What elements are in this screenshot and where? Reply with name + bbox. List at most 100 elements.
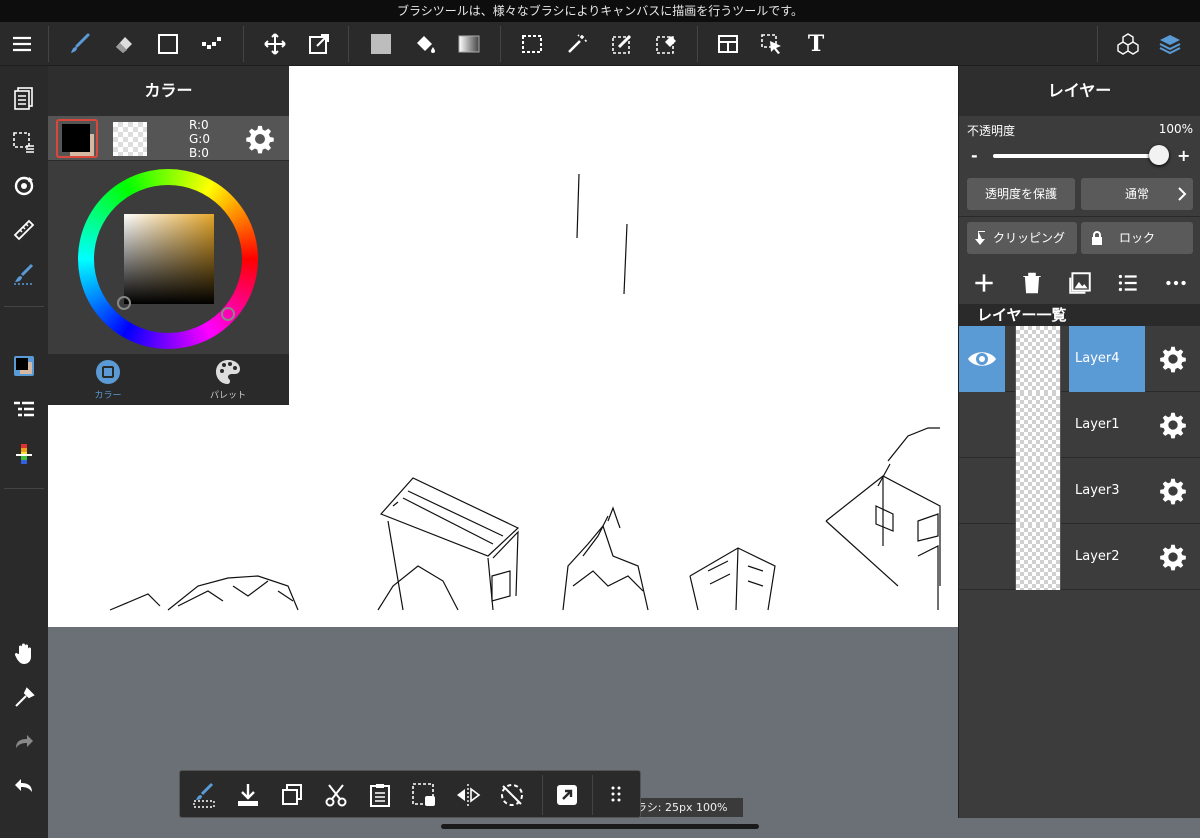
layer-name: Layer3 <box>1075 483 1120 498</box>
blend-mode-button[interactable]: 通常 <box>1081 178 1193 210</box>
pointer-icon[interactable] <box>756 28 788 60</box>
rgb-readout: R:0 G:0 B:0 <box>189 118 210 160</box>
ruler-icon[interactable] <box>8 214 40 246</box>
color-swatch-icon[interactable] <box>8 350 40 382</box>
text-icon[interactable]: T <box>800 28 832 60</box>
copy-icon[interactable] <box>278 781 306 809</box>
download-icon[interactable] <box>234 781 262 809</box>
visibility-toggle[interactable] <box>959 524 1005 590</box>
tab-palette[interactable]: パレット <box>168 358 288 401</box>
deselect-brush-icon[interactable] <box>190 781 218 809</box>
select-pen-icon[interactable] <box>606 28 638 60</box>
dot-icon[interactable] <box>196 28 228 60</box>
opacity-plus-button[interactable]: + <box>1177 146 1190 165</box>
add-layer-icon[interactable] <box>971 270 997 296</box>
hue-picker-knob[interactable] <box>221 307 235 321</box>
magic-wand-icon[interactable] <box>561 28 593 60</box>
hand-icon[interactable] <box>8 638 40 670</box>
brush-status: ラシ: 25px 100% <box>630 798 743 817</box>
rgb-r: R:0 <box>189 118 209 132</box>
layer-row[interactable]: Layer3 <box>959 458 1200 524</box>
lock-label: ロック <box>1118 231 1155 245</box>
delete-layer-icon[interactable] <box>1019 270 1045 296</box>
visibility-eye-icon[interactable] <box>959 326 1005 392</box>
snap-brush-icon[interactable] <box>8 258 40 290</box>
opacity-label: 不透明度 <box>967 124 1016 138</box>
bucket-icon[interactable] <box>409 28 441 60</box>
quick-action-bar <box>179 770 641 818</box>
eraser-icon[interactable] <box>108 28 140 60</box>
cut-icon[interactable] <box>322 781 350 809</box>
move-icon[interactable] <box>259 28 291 60</box>
visibility-toggle[interactable] <box>959 392 1005 458</box>
color-panel-tabs: カラー パレット <box>48 354 289 405</box>
rotate-icon[interactable] <box>8 170 40 202</box>
layer-image-icon[interactable] <box>1067 270 1093 296</box>
gradient-icon[interactable] <box>453 28 485 60</box>
rgb-g: G:0 <box>189 132 210 146</box>
undo-icon[interactable] <box>8 770 40 802</box>
select-rect-icon[interactable] <box>516 28 548 60</box>
layer-list-title: レイヤー一覧 <box>959 304 1200 326</box>
clipping-label: クリッピング <box>992 231 1065 245</box>
layer-list-icon[interactable] <box>1115 270 1141 296</box>
paste-icon[interactable] <box>366 781 394 809</box>
layer-settings-gear-icon[interactable] <box>1159 477 1187 505</box>
opacity-slider-knob[interactable] <box>1149 145 1169 165</box>
layer-thumbnail <box>1015 458 1061 524</box>
expand-icon[interactable] <box>553 781 581 809</box>
redo-icon[interactable] <box>8 726 40 758</box>
transform-icon[interactable] <box>303 28 335 60</box>
grip-handle-icon[interactable] <box>602 781 630 809</box>
more-icon[interactable] <box>1163 270 1189 296</box>
layer-row[interactable]: Layer4 <box>959 326 1200 392</box>
layer-settings-gear-icon[interactable] <box>1159 345 1187 373</box>
layer-settings-gear-icon[interactable] <box>1159 543 1187 571</box>
visibility-toggle[interactable] <box>959 458 1005 524</box>
lock-button[interactable]: ロック <box>1081 222 1193 254</box>
layer-row[interactable]: Layer2 <box>959 524 1200 590</box>
rotate-cancel-icon[interactable] <box>498 781 526 809</box>
color-settings-gear-icon[interactable] <box>245 124 275 154</box>
layers-icon[interactable] <box>1154 28 1186 60</box>
color-panel-title: カラー <box>48 66 289 116</box>
layer-thumbnail <box>1015 392 1061 458</box>
tool-tooltip: ブラシツールは、様々なブラシによりキャンバスに描画を行うツールです。 <box>0 0 1200 22</box>
color-panel: カラー R:0 G:0 B:0 カラー パレット <box>48 66 289 405</box>
layout-icon[interactable] <box>712 28 744 60</box>
menu-icon[interactable] <box>6 28 38 60</box>
brush-icon[interactable] <box>64 28 96 60</box>
select-fill-icon[interactable] <box>410 781 438 809</box>
opacity-slider-track[interactable] <box>993 154 1159 158</box>
opacity-control: 不透明度 100% - + <box>959 116 1200 176</box>
layer-settings-gear-icon[interactable] <box>1159 411 1187 439</box>
lock-icon <box>1092 231 1102 245</box>
color-bar-icon[interactable] <box>8 438 40 470</box>
fill-rect-icon[interactable] <box>365 28 397 60</box>
left-toolbar <box>0 66 48 838</box>
opacity-minus-button[interactable]: - <box>971 146 978 165</box>
saturation-value-square[interactable] <box>124 214 214 304</box>
3d-icon[interactable] <box>1112 28 1144 60</box>
flip-horizontal-icon[interactable] <box>454 781 482 809</box>
select-eraser-icon[interactable] <box>650 28 682 60</box>
home-indicator[interactable] <box>441 824 759 829</box>
primary-color-swatch[interactable] <box>56 119 98 158</box>
protect-alpha-button[interactable]: 透明度を保護 <box>967 178 1075 210</box>
clipping-button[interactable]: クリッピング <box>967 222 1077 254</box>
shape-icon[interactable] <box>152 28 184 60</box>
eyedropper-icon[interactable] <box>8 682 40 714</box>
layer-row[interactable]: Layer1 <box>959 392 1200 458</box>
layer-name: Layer2 <box>1075 549 1120 564</box>
blend-mode-label: 通常 <box>1124 187 1149 201</box>
layer-panel-title: レイヤー <box>959 66 1200 116</box>
layer-thumbnail <box>1015 524 1061 590</box>
tab-color[interactable]: カラー <box>48 358 168 401</box>
layer-thumbnail <box>1015 326 1061 392</box>
layer-list-icon[interactable] <box>8 394 40 426</box>
pages-icon[interactable] <box>8 82 40 114</box>
selection-list-icon[interactable] <box>8 126 40 158</box>
rgb-b: B:0 <box>189 146 209 160</box>
transparent-color-swatch[interactable] <box>113 122 147 156</box>
sv-picker-knob[interactable] <box>117 296 131 310</box>
